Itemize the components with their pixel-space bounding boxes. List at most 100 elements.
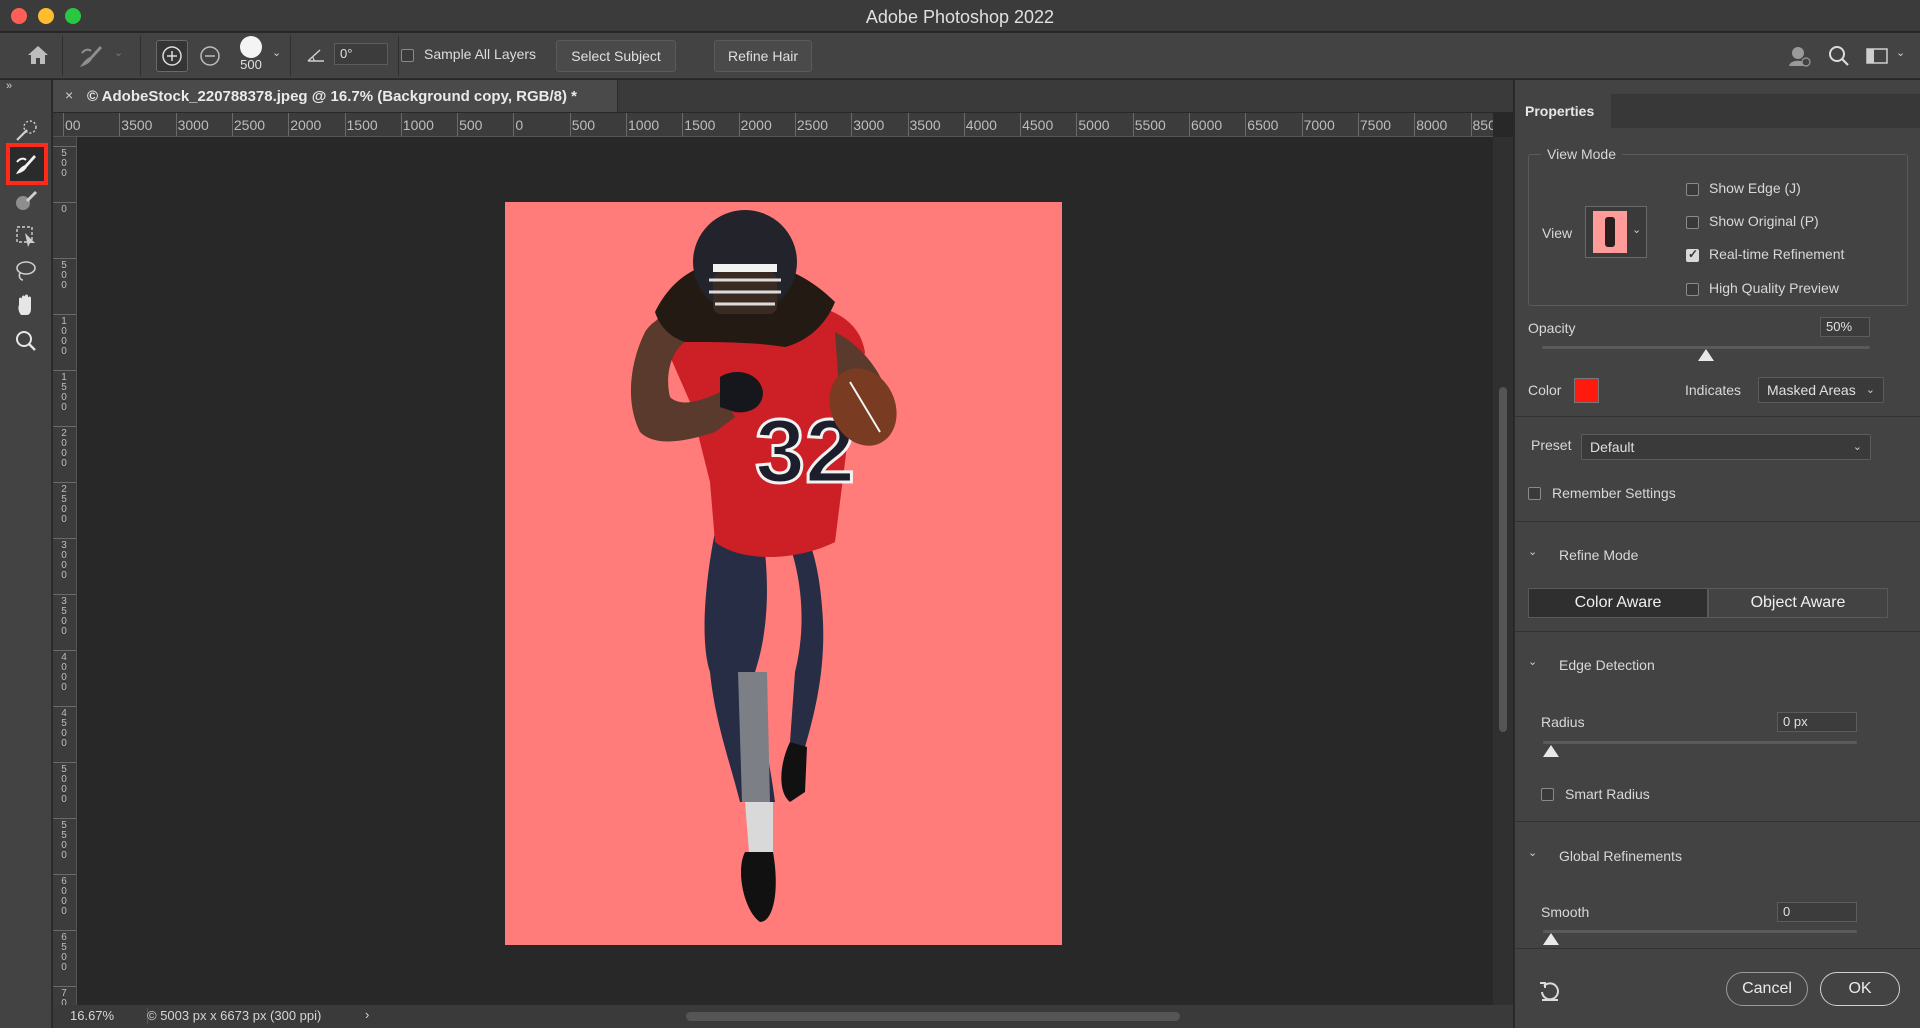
zoom-level[interactable]: 16.67% [70, 1008, 114, 1023]
show-edge-checkbox[interactable] [1686, 183, 1699, 196]
horizontal-ruler: 00 3500 3000 2500 2000 1500 1000 500 0 500 1000 150… [53, 113, 1493, 137]
ruler-label: 1500 [684, 117, 716, 133]
color-aware-button[interactable]: Color Aware [1528, 588, 1708, 618]
ruler-label: 3000 [61, 540, 67, 581]
expand-toolbar-icon[interactable]: » [6, 80, 12, 92]
ruler-label: 4000 [61, 652, 67, 693]
angle-field[interactable]: 0° [334, 43, 388, 65]
sample-all-layers-checkbox[interactable] [401, 49, 414, 62]
indicates-dropdown[interactable]: Masked Areas ⌄ [1758, 377, 1884, 403]
ruler-label: 500 [61, 260, 67, 291]
document-tabs: × © AdobeStock_220788378.jpeg @ 16.7% (B… [53, 80, 1513, 112]
add-to-selection-icon[interactable] [156, 40, 188, 72]
smart-radius-checkbox[interactable] [1541, 788, 1554, 801]
smooth-field[interactable]: 0 [1777, 902, 1857, 922]
collapse-chevron-icon[interactable]: ⌄ [1528, 655, 1537, 668]
radius-slider-track[interactable] [1543, 741, 1857, 744]
divider [140, 36, 141, 76]
collapse-chevron-icon[interactable]: ⌄ [1528, 846, 1537, 859]
ruler-label: 2500 [233, 117, 266, 133]
vertical-scrollbar-thumb[interactable] [1499, 387, 1507, 732]
realtime-refinement-checkbox[interactable] [1686, 247, 1699, 262]
ruler-label: 1500 [61, 372, 67, 413]
home-icon[interactable] [24, 41, 52, 69]
radius-field[interactable]: 0 px [1777, 712, 1857, 732]
preset-value: Default [1590, 439, 1635, 455]
smooth-slider-thumb[interactable] [1543, 933, 1559, 945]
workspace-icon[interactable] [1864, 43, 1890, 69]
ruler-label: 0 [61, 204, 67, 215]
brush-icon[interactable] [11, 186, 41, 216]
ruler-tick [53, 314, 76, 315]
ruler-label: 500 [571, 117, 596, 133]
vertical-scrollbar[interactable] [1493, 137, 1513, 1005]
smooth-label: Smooth [1541, 904, 1590, 920]
ruler-label: 4500 [1022, 117, 1054, 133]
ruler-label: 2500 [61, 484, 67, 525]
remember-settings-checkbox[interactable] [1528, 487, 1541, 500]
close-tab-icon[interactable]: × [65, 87, 73, 103]
opacity-field[interactable]: 50% [1820, 317, 1870, 337]
collapse-chevron-icon[interactable]: ⌄ [1528, 545, 1537, 558]
brush-tip-icon[interactable] [240, 36, 262, 58]
tab-properties[interactable]: Properties [1515, 94, 1611, 128]
radius-slider-thumb[interactable] [1543, 745, 1559, 757]
ruler-tick [1245, 113, 1247, 136]
ruler-label: 7000 [1303, 117, 1335, 133]
sample-all-layers-label: Sample All Layers [424, 46, 537, 62]
ruler-tick [963, 113, 965, 136]
ruler-tick [682, 113, 684, 136]
document-image[interactable]: 32 [505, 202, 1062, 945]
divider [1515, 521, 1920, 522]
ruler-tick [794, 113, 796, 136]
brush-size-value: 500 [240, 57, 262, 72]
zoom-icon[interactable] [11, 326, 41, 356]
smooth-slider-track[interactable] [1543, 930, 1857, 933]
preset-dropdown[interactable]: Default ⌄ [1581, 434, 1871, 460]
preset-label: Preset [1531, 437, 1572, 453]
view-thumbnail-dropdown[interactable]: ⌄ [1585, 206, 1647, 258]
show-original-checkbox[interactable] [1686, 216, 1699, 229]
ruler-label: 6500 [61, 932, 67, 973]
user-icon[interactable] [1786, 43, 1812, 69]
document-tab[interactable]: × © AdobeStock_220788378.jpeg @ 16.7% (B… [53, 80, 618, 112]
ruler-label: 5000 [61, 764, 67, 805]
ruler-label: 500 [61, 148, 67, 179]
realtime-refinement-label: Real-time Refinement [1709, 246, 1845, 262]
subtract-from-selection-icon[interactable] [195, 41, 225, 71]
brush-picker-chevron-icon[interactable]: ⌄ [272, 46, 281, 59]
horizontal-scrollbar-thumb[interactable] [686, 1012, 1180, 1021]
lasso-icon[interactable] [11, 256, 41, 286]
ruler-label: 3000 [177, 117, 209, 133]
hand-icon[interactable] [11, 291, 41, 321]
chevron-down-icon[interactable]: ⌄ [114, 46, 123, 59]
ruler-label: 6500 [1247, 117, 1279, 133]
refine-edge-brush-icon[interactable] [11, 149, 41, 179]
view-mode-label: View Mode [1541, 146, 1623, 162]
ruler-tick [53, 538, 76, 539]
indicates-value: Masked Areas [1767, 382, 1856, 398]
cancel-button[interactable]: Cancel [1726, 972, 1808, 1006]
workspace-chevron-icon[interactable]: ⌄ [1896, 46, 1905, 59]
refine-edge-brush-icon[interactable] [76, 41, 106, 71]
smart-radius-label: Smart Radius [1565, 786, 1650, 802]
chevron-down-icon: ⌄ [1852, 441, 1862, 453]
refine-hair-button[interactable]: Refine Hair [714, 40, 812, 72]
view-label: View [1542, 225, 1573, 241]
ruler-label: 2000 [740, 117, 772, 133]
object-selection-icon[interactable] [11, 221, 41, 251]
ok-button[interactable]: OK [1820, 972, 1900, 1006]
high-quality-preview-checkbox[interactable] [1686, 283, 1699, 296]
search-icon[interactable] [1826, 43, 1852, 69]
status-expand-icon[interactable]: › [365, 1007, 369, 1022]
select-subject-button[interactable]: Select Subject [556, 40, 676, 72]
overlay-color-swatch[interactable] [1574, 378, 1599, 403]
ruler-label: 4000 [965, 117, 997, 133]
reset-icon[interactable] [1537, 978, 1563, 1004]
ruler-tick [513, 113, 515, 136]
ruler-label: 8000 [1416, 117, 1448, 133]
document-tab-title: © AdobeStock_220788378.jpeg @ 16.7% (Bac… [87, 88, 578, 105]
opacity-slider-thumb[interactable] [1698, 349, 1714, 361]
object-aware-button[interactable]: Object Aware [1708, 588, 1888, 618]
quick-selection-icon[interactable] [11, 116, 41, 146]
